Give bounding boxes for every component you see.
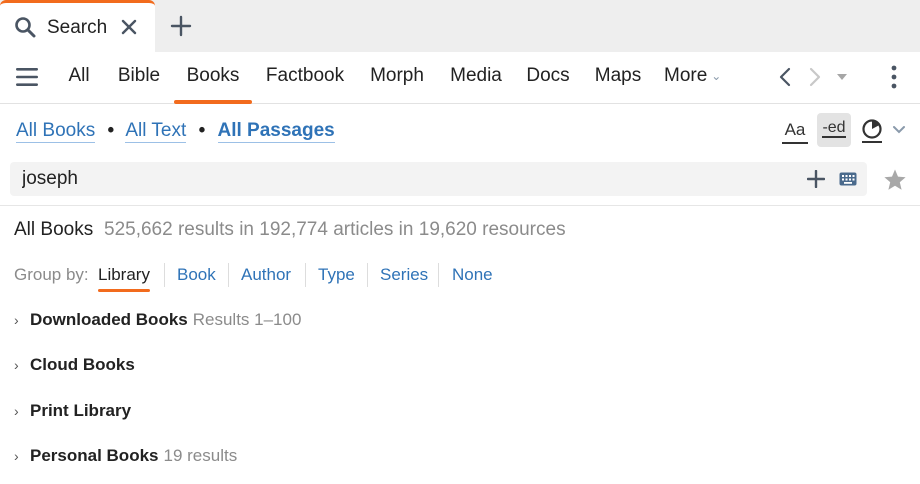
nav-tab-docs[interactable]: Docs (524, 52, 572, 102)
chevron-right-icon: › (14, 312, 19, 328)
nav-tab-morph[interactable]: Morph (364, 52, 430, 102)
word-forms-toggle[interactable]: -ed (817, 113, 851, 147)
group-count: Results 1–100 (192, 310, 302, 329)
group-separator (438, 263, 439, 287)
group-separator (305, 263, 306, 287)
scope-text-link[interactable]: All Text (125, 120, 187, 143)
hamburger-icon[interactable] (16, 67, 38, 87)
chevron-right-icon: › (14, 357, 19, 373)
scope-separator: • (107, 120, 115, 141)
chevron-right-icon: › (14, 403, 19, 419)
group-count: 19 results (163, 446, 238, 465)
result-group-downloaded[interactable]: › Downloaded Books Results 1–100 (14, 310, 301, 334)
tab-strip: Search (0, 0, 920, 52)
results-summary: 525,662 results in 192,774 articles in 1… (104, 219, 566, 240)
divider (0, 205, 920, 206)
result-group-print[interactable]: › Print Library (14, 401, 131, 425)
group-name: Print Library (30, 401, 132, 420)
back-arrow-icon[interactable] (776, 66, 794, 88)
search-box (10, 162, 867, 196)
tab-search[interactable]: Search (0, 0, 155, 52)
search-kind-nav: All Bible Books Factbook Morph Media Doc… (0, 52, 920, 104)
plus-icon[interactable] (807, 170, 825, 188)
star-icon[interactable] (883, 168, 907, 192)
results-title: All Books (14, 219, 94, 240)
nav-tab-maps[interactable]: Maps (590, 52, 646, 102)
font-options-button[interactable]: Aa (782, 118, 808, 144)
group-name: Personal Books (30, 446, 159, 465)
kebab-menu-icon[interactable] (888, 65, 900, 89)
plus-icon[interactable] (170, 15, 192, 37)
history-dropdown-icon[interactable] (835, 72, 849, 82)
forward-arrow-icon[interactable] (806, 66, 824, 88)
group-by-book[interactable]: Book (177, 265, 216, 285)
group-separator (164, 263, 165, 287)
nav-tab-factbook[interactable]: Factbook (262, 52, 348, 102)
search-scope: All Books • All Text • All Passages (16, 120, 335, 143)
nav-tab-all[interactable]: All (60, 52, 98, 102)
group-name: Cloud Books (30, 355, 135, 374)
group-by-author[interactable]: Author (241, 265, 291, 285)
tab-title: Search (47, 17, 108, 38)
scope-separator: • (198, 120, 206, 141)
group-by-library[interactable]: Library (98, 265, 150, 292)
nav-tab-bible[interactable]: Bible (112, 52, 166, 102)
search-icon (15, 17, 36, 38)
group-by-none[interactable]: None (452, 265, 493, 285)
group-by-label: Group by: (14, 265, 89, 284)
keyboard-icon[interactable] (839, 172, 857, 186)
search-input[interactable] (22, 166, 782, 192)
result-group-cloud[interactable]: › Cloud Books (14, 355, 135, 379)
scope-passages-link[interactable]: All Passages (217, 120, 335, 143)
group-by-type[interactable]: Type (318, 265, 355, 285)
nav-tab-media[interactable]: Media (446, 52, 506, 102)
group-name: Downloaded Books (30, 310, 188, 329)
group-by-series[interactable]: Series (380, 265, 428, 285)
chevron-down-icon: ⌄ (711, 69, 722, 83)
word-forms-label: -ed (822, 119, 846, 138)
chevron-right-icon: › (14, 448, 19, 464)
group-separator (367, 263, 368, 287)
group-separator (228, 263, 229, 287)
nav-more-label: More (664, 65, 708, 87)
close-icon[interactable] (120, 18, 138, 36)
nav-tab-books[interactable]: Books (174, 52, 252, 104)
nav-tab-more[interactable]: More ⌄ (664, 52, 734, 102)
scope-books-link[interactable]: All Books (16, 120, 96, 143)
result-group-personal[interactable]: › Personal Books 19 results (14, 446, 237, 470)
circle-toggle-icon[interactable] (860, 118, 906, 144)
